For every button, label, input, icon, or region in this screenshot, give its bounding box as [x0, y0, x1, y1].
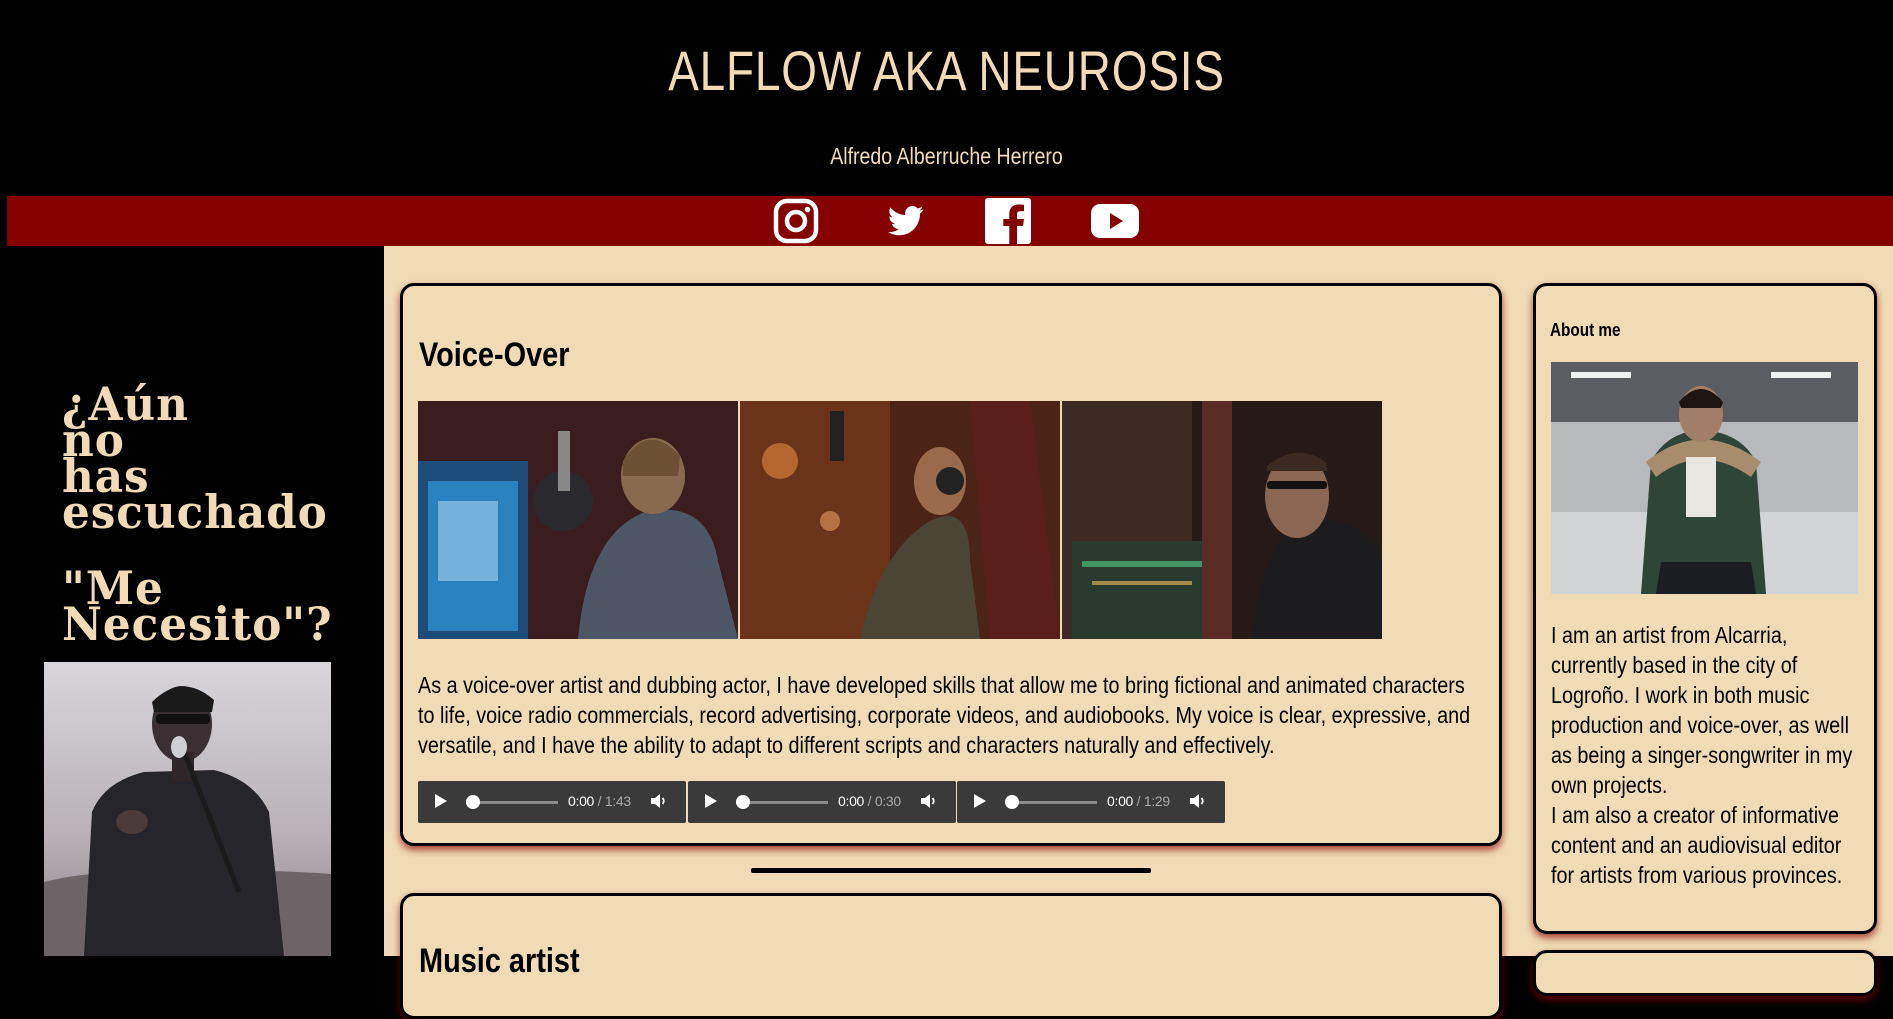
duration: 1:43 [604, 793, 631, 809]
twitter-icon [888, 206, 924, 236]
about-title: About me [1550, 320, 1621, 340]
about-me-card: About me I am an artist from Alcarria, c… [1533, 283, 1877, 934]
music-artist-section: Music artist [400, 893, 1502, 1019]
play-icon[interactable] [973, 793, 987, 809]
about-line: currently based in the city of [1551, 652, 1798, 678]
description-line: versatile, and I have the ability to ada… [418, 732, 1275, 758]
description-line: to life, voice radio commercials, record… [418, 702, 1471, 728]
about-line: I am also a creator of informative [1551, 802, 1840, 828]
about-line: as being a singer-songwriter in my [1551, 742, 1853, 768]
about-line: for artists from various provinces. [1551, 862, 1843, 888]
audio-player: 0:00 / 1:29 [957, 781, 1225, 823]
current-time: 0:00 [838, 793, 865, 809]
time-display: 0:00 / 0:30 [838, 793, 901, 809]
site-subtitle: Alfredo Alberruche Herrero [830, 143, 1063, 169]
voiceover-section: Voice-Over As a voice-over artist and du… [400, 283, 1502, 846]
section-title: Music artist [419, 942, 580, 980]
progress-handle[interactable] [466, 795, 480, 809]
about-description: I am an artist from Alcarria, currently … [1551, 620, 1871, 890]
about-line: own projects. [1551, 772, 1668, 798]
audio-player: 0:00 / 1:43 [418, 781, 686, 823]
duration: 1:29 [1143, 793, 1170, 809]
youtube-link[interactable] [1089, 196, 1141, 246]
time-display: 0:00 / 1:43 [568, 793, 631, 809]
description-line: As a voice-over artist and dubbing actor… [418, 672, 1465, 698]
audio-player: 0:00 / 0:30 [688, 781, 956, 823]
promo-line: Necesito"? [62, 597, 333, 651]
voiceover-studio-photo [418, 401, 738, 639]
promo-line: escuchado [62, 485, 328, 539]
current-time: 0:00 [1107, 793, 1134, 809]
volume-icon[interactable] [650, 792, 668, 810]
facebook-link[interactable] [983, 196, 1033, 246]
promo-singer-photo [44, 662, 331, 956]
play-icon[interactable] [434, 793, 448, 809]
about-line: I am an artist from Alcarria, [1551, 622, 1788, 648]
voiceover-description: As a voice-over artist and dubbing actor… [418, 670, 1502, 760]
instagram-icon [773, 198, 819, 244]
progress-handle[interactable] [736, 795, 750, 809]
site-header: ALFLOW AKA NEUROSIS Alfredo Alberruche H… [0, 0, 1893, 196]
twitter-link[interactable] [880, 196, 932, 246]
about-line: Logroño. I work in both music [1551, 682, 1810, 708]
instagram-link[interactable] [770, 196, 822, 246]
site-title: ALFLOW AKA NEUROSIS [668, 39, 1225, 102]
voiceover-studio-photo [1062, 401, 1382, 639]
facebook-icon [985, 198, 1031, 244]
duration: 0:30 [874, 793, 901, 809]
progress-handle[interactable] [1005, 795, 1019, 809]
sidebar-next-card [1533, 950, 1877, 996]
about-portrait-photo [1551, 362, 1858, 594]
social-bar [7, 196, 1893, 246]
voiceover-studio-photo [740, 401, 1060, 639]
youtube-icon [1091, 204, 1139, 238]
time-display: 0:00 / 1:29 [1107, 793, 1170, 809]
volume-icon[interactable] [1189, 792, 1207, 810]
about-line: production and voice-over, as well [1551, 712, 1849, 738]
volume-icon[interactable] [920, 792, 938, 810]
play-icon[interactable] [704, 793, 718, 809]
current-time: 0:00 [568, 793, 595, 809]
about-line: content and an audiovisual editor [1551, 832, 1842, 858]
section-title: Voice-Over [419, 336, 570, 374]
section-divider [751, 868, 1151, 873]
